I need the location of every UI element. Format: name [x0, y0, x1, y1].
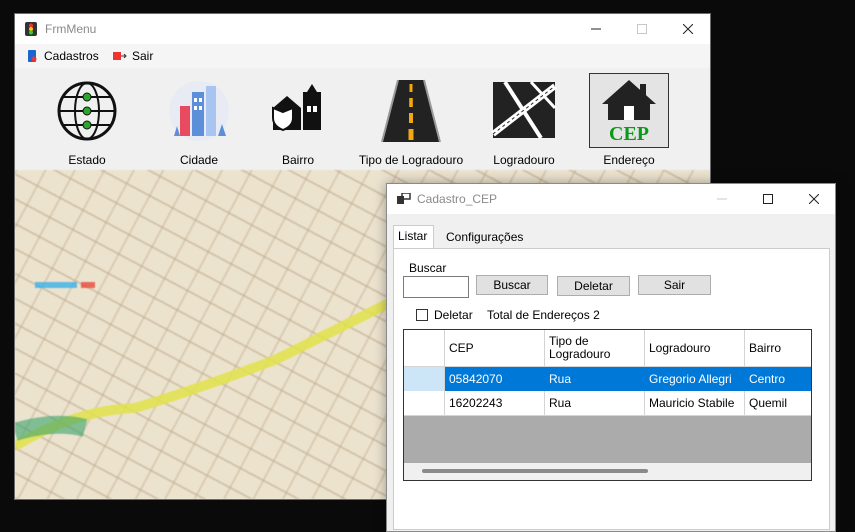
column-header-cep[interactable]: CEP — [445, 330, 545, 367]
app-icon — [23, 21, 39, 37]
exit-icon — [113, 52, 127, 60]
neighborhood-icon — [272, 84, 321, 132]
toolbar-endereco-label: Endereço — [603, 153, 655, 167]
enderecos-grid[interactable]: CEP Tipo de Logradouro Logradouro Bairro… — [403, 329, 812, 481]
cell-cep[interactable]: 05842070 — [445, 367, 545, 391]
maximize-button[interactable] — [619, 14, 665, 44]
menu-cadastros[interactable]: Cadastros — [25, 47, 99, 65]
toolbar-logradouro-button[interactable]: Logradouro — [484, 74, 564, 167]
toolbar-tipo-logradouro-label: Tipo de Logradouro — [358, 153, 464, 167]
menu-sair[interactable]: Sair — [113, 47, 153, 65]
title-bar[interactable]: FrmMenu — [15, 14, 710, 44]
city-buildings-icon — [169, 81, 229, 141]
house-cep-icon: CEP — [602, 80, 656, 142]
road-icon — [381, 79, 441, 143]
cell-cep[interactable]: 16202243 — [445, 391, 545, 416]
sair-button[interactable]: Sair — [638, 275, 711, 295]
cell-tipo-logradouro[interactable]: Rua — [545, 367, 645, 391]
table-row[interactable]: 16202243 Rua Mauricio Stabile Quemil — [404, 391, 811, 416]
column-header-logradouro[interactable]: Logradouro — [645, 330, 745, 367]
scrollbar-thumb[interactable] — [422, 469, 648, 473]
toolbar-bairro-button[interactable]: Bairro — [258, 74, 338, 167]
menu-sair-label: Sair — [132, 49, 154, 63]
cep-maximize-button[interactable] — [745, 184, 791, 214]
cell-logradouro[interactable]: Gregorio Allegri — [645, 367, 745, 391]
cell-bairro[interactable]: Centro — [745, 367, 811, 391]
cell-bairro[interactable]: Quemil — [745, 391, 811, 416]
row-header[interactable] — [404, 391, 445, 416]
tab-page-listar: Buscar Buscar Deletar Sair Deletar Total… — [393, 248, 830, 530]
minimize-button[interactable] — [573, 14, 619, 44]
horizontal-scrollbar[interactable] — [404, 463, 811, 480]
column-header-bairro[interactable]: Bairro — [745, 330, 811, 367]
buscar-button[interactable]: Buscar — [476, 275, 548, 295]
grid-header: CEP Tipo de Logradouro Logradouro Bairro — [404, 330, 811, 367]
deletar-checkbox[interactable] — [416, 309, 428, 321]
user-icon — [28, 50, 37, 62]
column-header-tipo-logradouro[interactable]: Tipo de Logradouro — [545, 330, 645, 367]
table-row[interactable]: 05842070 Rua Gregorio Allegri Centro — [404, 367, 811, 391]
cadastro-cep-window: Cadastro_CEP Listar Configurações Buscar… — [386, 183, 836, 532]
tab-configuracoes[interactable]: Configurações — [442, 227, 528, 247]
cell-tipo-logradouro[interactable]: Rua — [545, 391, 645, 416]
row-header-corner — [404, 330, 445, 367]
menu-bar: Cadastros Sair — [15, 44, 710, 68]
cep-title-bar[interactable]: Cadastro_CEP — [387, 184, 835, 214]
cep-window-title: Cadastro_CEP — [417, 192, 498, 206]
globe-icon — [57, 81, 117, 141]
search-input[interactable] — [403, 276, 469, 298]
cep-minimize-button[interactable] — [699, 184, 745, 214]
form-icon — [397, 192, 411, 205]
deletar-button[interactable]: Deletar — [557, 276, 630, 296]
toolbar: Estado Cidade Bairro Tipo de Logradouro … — [15, 68, 710, 170]
cep-badge: CEP — [609, 123, 649, 142]
toolbar-logradouro-label: Logradouro — [493, 153, 555, 167]
cep-close-button[interactable] — [791, 184, 837, 214]
toolbar-cidade-button[interactable]: Cidade — [159, 74, 239, 167]
row-header[interactable] — [404, 367, 445, 391]
toolbar-estado-button[interactable]: Estado — [47, 74, 127, 167]
search-label: Buscar — [409, 261, 447, 275]
deletar-checkbox-label: Deletar — [434, 308, 473, 322]
toolbar-tipo-logradouro-button[interactable]: Tipo de Logradouro — [359, 74, 463, 167]
close-button[interactable] — [665, 14, 710, 44]
window-title: FrmMenu — [45, 22, 97, 36]
toolbar-endereco-button[interactable]: CEP — [589, 73, 669, 148]
toolbar-estado-label: Estado — [68, 153, 106, 167]
menu-cadastros-label: Cadastros — [44, 49, 99, 63]
street-map-icon — [491, 80, 557, 140]
toolbar-bairro-label: Bairro — [281, 153, 314, 167]
tab-listar[interactable]: Listar — [393, 225, 434, 248]
total-enderecos-label: Total de Endereços 2 — [487, 308, 600, 322]
cell-logradouro[interactable]: Mauricio Stabile — [645, 391, 745, 416]
